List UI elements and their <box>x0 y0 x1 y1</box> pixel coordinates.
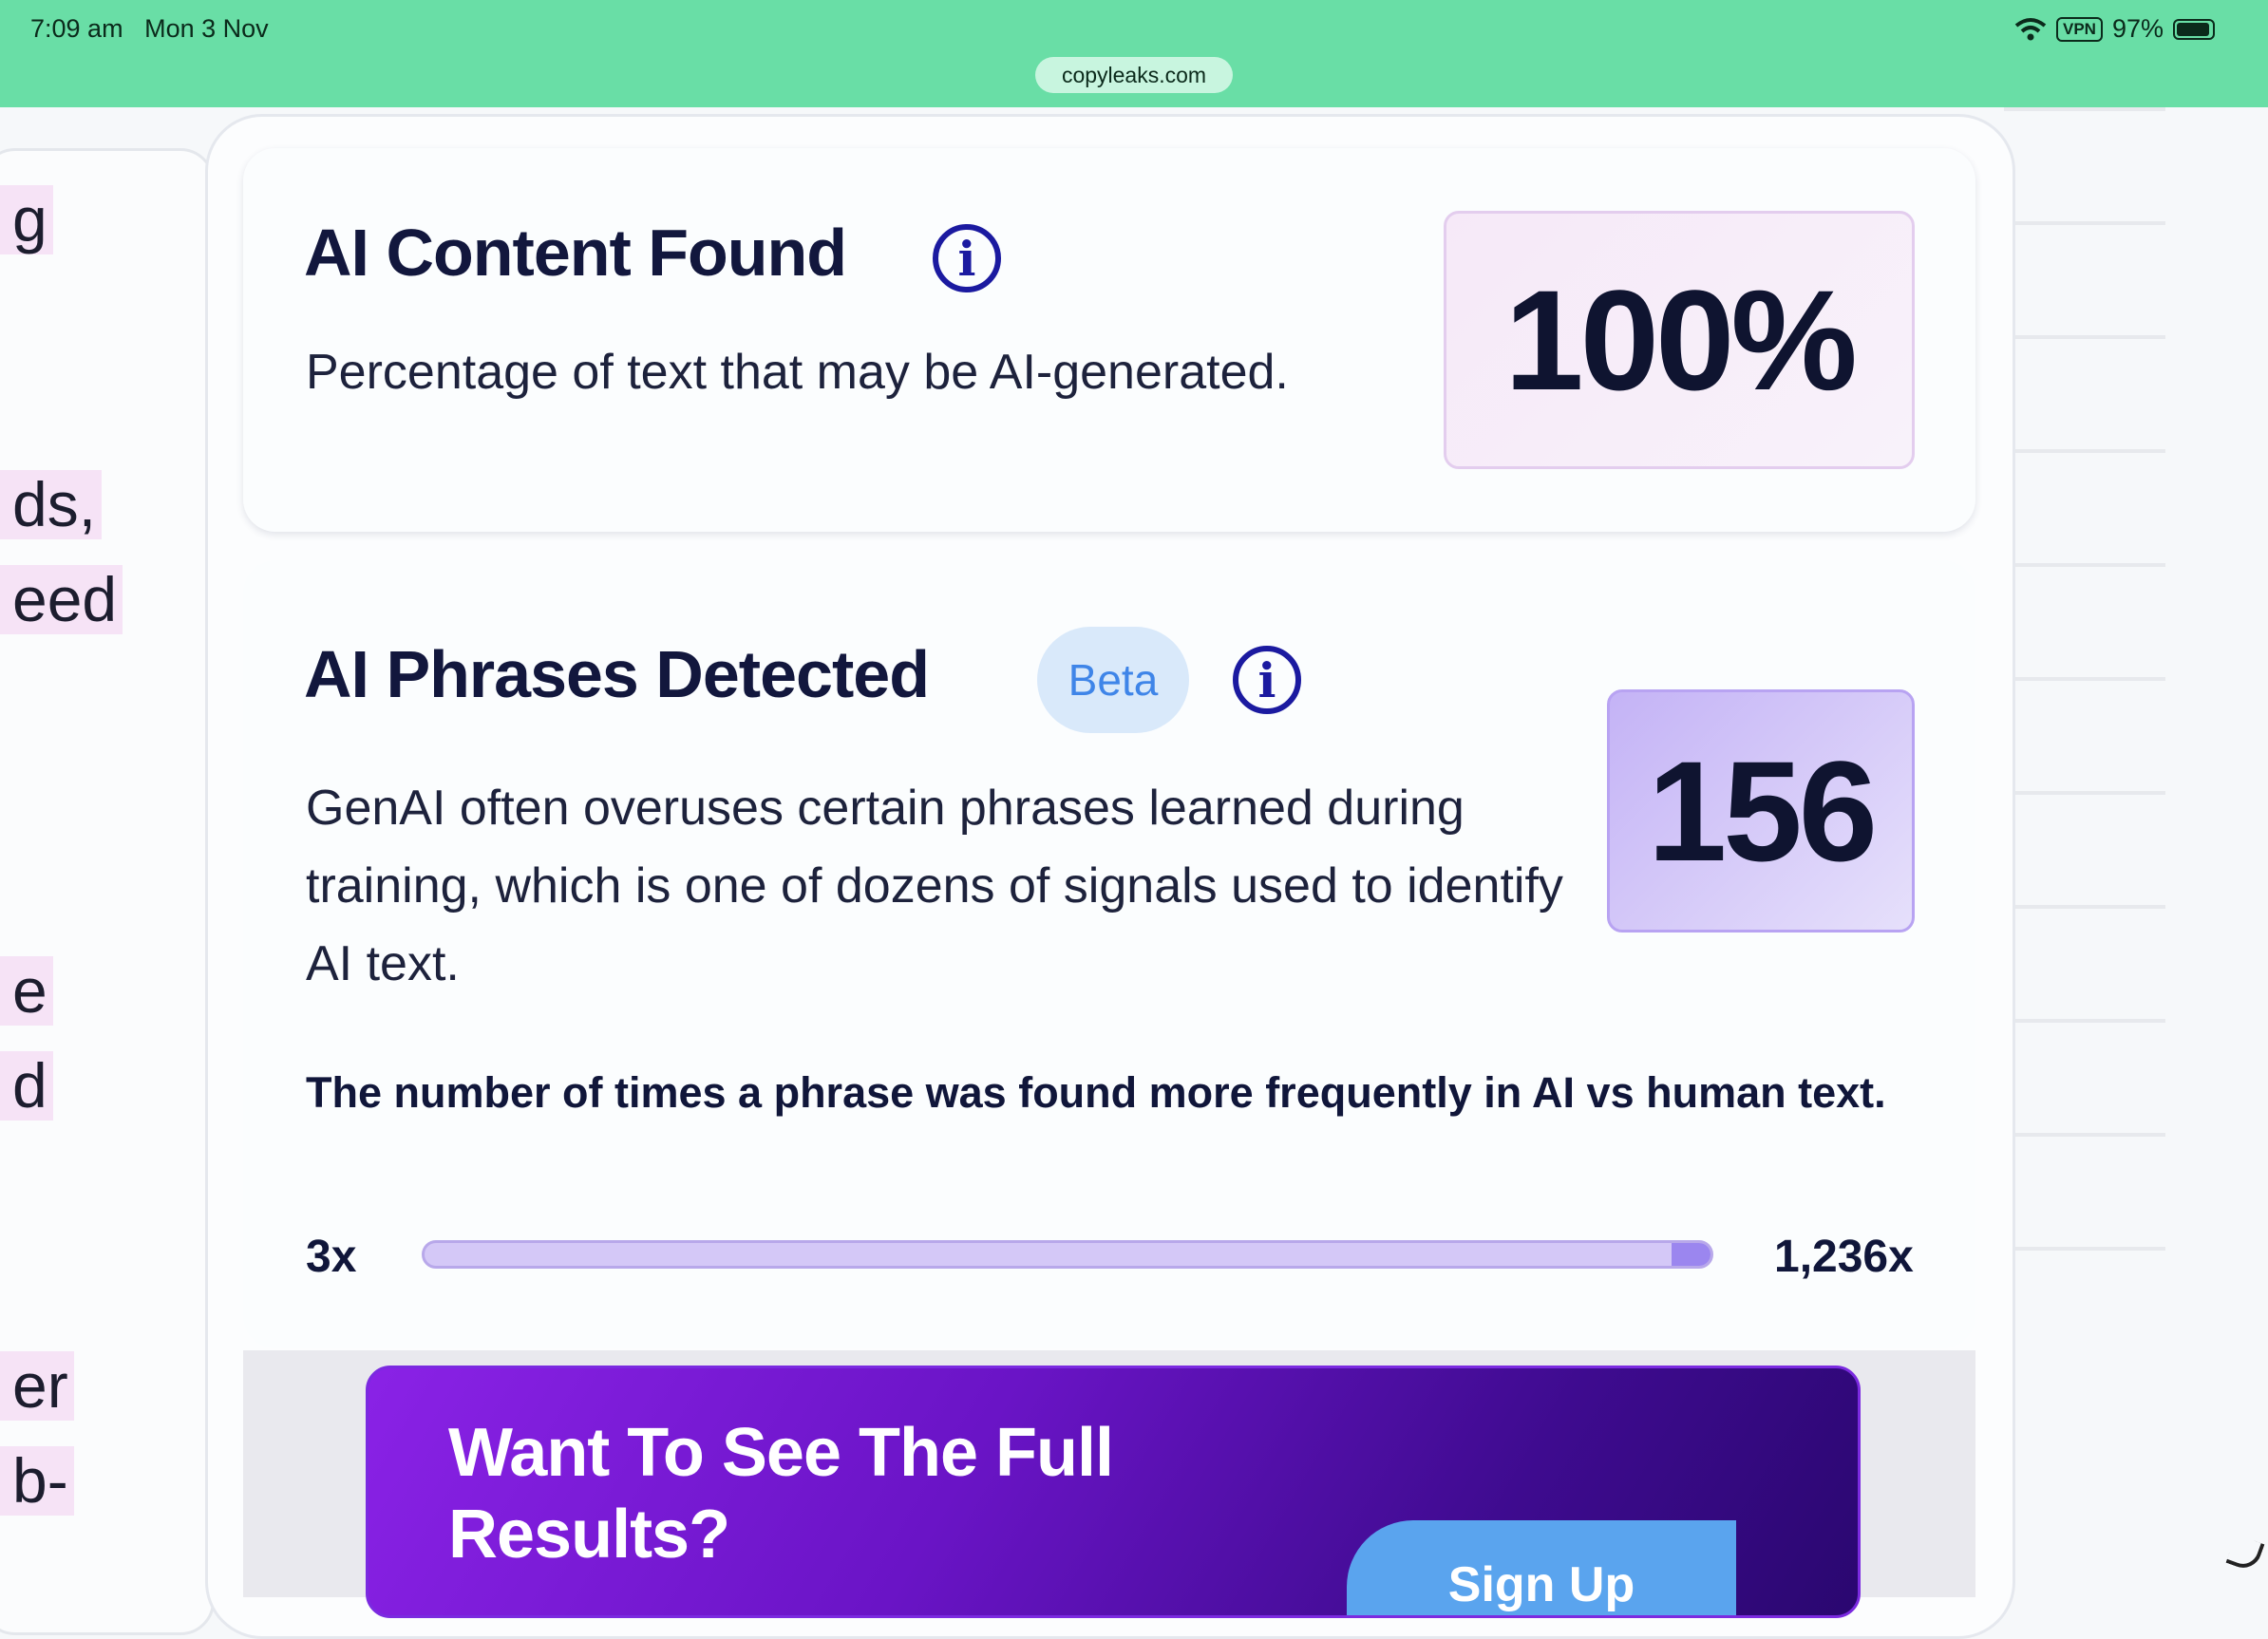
ai-phrases-count: 156 <box>1607 689 1915 933</box>
ai-content-subtitle: Percentage of text that may be AI-genera… <box>306 345 1289 400</box>
upgrade-banner-title: Want To See The Full Results? <box>448 1415 1114 1573</box>
url-bar[interactable]: copyleaks.com <box>1035 57 1233 93</box>
frequency-range-marker <box>1672 1243 1710 1266</box>
vpn-badge: VPN <box>2055 16 2103 42</box>
highlighted-fragment[interactable]: e <box>0 956 53 1026</box>
phrase-frequency-note: The number of times a phrase was found m… <box>306 1068 1886 1117</box>
sign-up-button[interactable]: Sign Up <box>1347 1520 1736 1615</box>
document-text-panel[interactable]: g ds, eed e d er b- <box>0 148 215 1635</box>
highlighted-fragment[interactable]: er <box>0 1351 74 1421</box>
highlighted-fragment[interactable]: eed <box>0 565 123 634</box>
info-icon[interactable]: i <box>1233 646 1301 714</box>
wifi-icon <box>2014 17 2047 40</box>
range-min-label: 3x <box>306 1232 357 1282</box>
highlighted-fragment[interactable]: g <box>0 185 53 254</box>
background-pattern <box>2004 107 2165 1294</box>
range-max-label: 1,236x <box>1774 1232 1914 1282</box>
upgrade-banner: Want To See The Full Results? Sign Up <box>366 1366 1861 1618</box>
highlighted-fragment[interactable]: ds, <box>0 470 103 539</box>
ai-phrases-title: AI Phrases Detected <box>304 637 930 711</box>
status-time: 7:09 am Mon 3 Nov <box>30 14 269 43</box>
ai-content-percentage: 100% <box>1444 211 1915 469</box>
beta-badge: Beta <box>1037 627 1189 733</box>
battery-percent: 97% <box>2111 14 2164 43</box>
battery-icon <box>2173 18 2215 40</box>
ai-phrases-description: GenAI often overuses certain phrases lea… <box>306 781 1563 991</box>
ai-content-title: AI Content Found <box>304 216 847 290</box>
frequency-range-bar <box>422 1240 1713 1269</box>
highlighted-fragment[interactable]: b- <box>0 1446 74 1516</box>
status-indicators: VPN 97% <box>2014 14 2215 44</box>
loading-spinner-icon <box>2225 1534 2265 1573</box>
info-icon[interactable]: i <box>933 224 1001 292</box>
highlighted-fragment[interactable]: d <box>0 1051 53 1121</box>
status-bar: 7:09 am Mon 3 Nov VPN 97% copyleaks.com <box>0 0 2268 107</box>
